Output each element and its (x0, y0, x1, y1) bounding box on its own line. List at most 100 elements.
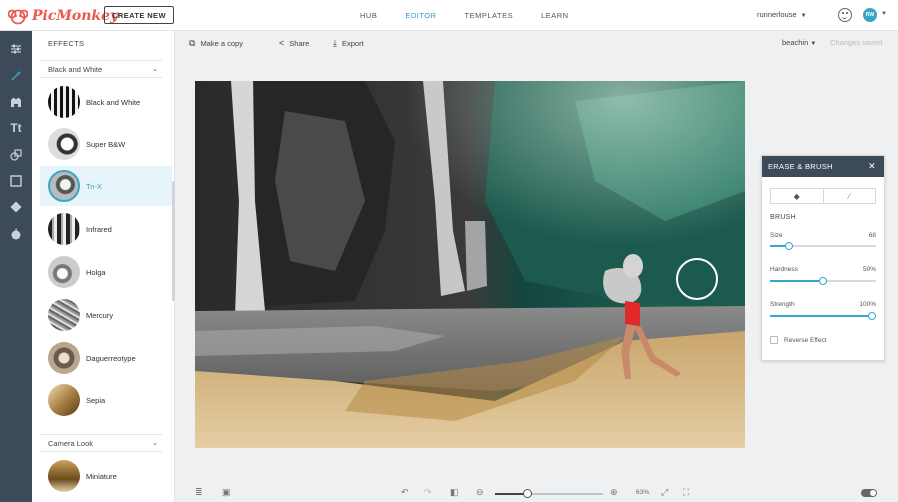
user-menu[interactable]: runnerlouse ▼ (757, 10, 807, 19)
apple-icon[interactable] (8, 226, 24, 242)
fullscreen-icon[interactable]: ⛶ (683, 487, 689, 498)
brand-logo[interactable]: PicMonkey (8, 6, 118, 26)
sliders-icon[interactable] (8, 41, 24, 57)
section-camera-look[interactable]: Camera Look ⌄ (40, 434, 162, 452)
section-label: Camera Look (48, 438, 94, 448)
hardness-label: Hardness (770, 266, 798, 273)
nav-learn[interactable]: LEARN (541, 11, 569, 20)
layers-icon[interactable]: ≣ (195, 487, 203, 498)
panel-title: ERASE & BRUSH (768, 162, 833, 171)
effect-sepia[interactable]: Sepia (40, 380, 172, 420)
nav-editor[interactable]: EDITOR (405, 11, 436, 20)
nav-hub[interactable]: HUB (360, 11, 377, 20)
editor-toolbar: ⧉ Make a copy < Share ⤓ Export beachin ▼ Ch… (175, 31, 898, 55)
chevron-down-icon: ⌄ (152, 440, 158, 447)
slider-fill (770, 280, 823, 282)
slider-fill (770, 315, 876, 317)
effect-thumbnail (48, 299, 80, 331)
slider-handle[interactable] (868, 312, 876, 320)
brush-heading: BRUSH (770, 214, 797, 221)
wand-icon[interactable] (8, 68, 24, 84)
chevron-down-icon: ▼ (810, 41, 817, 47)
effect-holga[interactable]: Holga (40, 252, 172, 292)
reverse-effect-label: Reverse Effect (784, 336, 827, 344)
photo-canvas[interactable] (195, 81, 745, 448)
effect-thumbnail (48, 170, 80, 202)
compare-icon[interactable]: ◧ (450, 487, 459, 498)
monkey-icon (8, 9, 28, 25)
top-bar: PicMonkey CREATE NEW HUB EDITOR TEMPLATE… (0, 0, 898, 31)
effect-infrared[interactable]: Infrared (40, 209, 172, 249)
brush-tab[interactable]: ⁄ (822, 189, 875, 203)
effect-thumbnail (48, 128, 80, 160)
fit-screen-icon[interactable]: ⤢ (661, 487, 668, 498)
size-value: 68 (868, 232, 876, 239)
effect-super-bw[interactable]: Super B&W (40, 124, 172, 164)
section-label: Black and White (48, 64, 103, 74)
effect-label: Super B&W (86, 139, 126, 149)
reverse-effect-checkbox[interactable]: Reverse Effect (770, 336, 827, 344)
effects-panel: EFFECTS Black and White ⌄ Black and Whit… (32, 31, 175, 502)
avatar[interactable]: RW (863, 8, 877, 22)
section-black-and-white[interactable]: Black and White ⌄ (40, 60, 162, 78)
strength-label: Strength (770, 301, 795, 308)
make-copy-button[interactable]: ⧉ Make a copy (189, 38, 243, 49)
effect-miniature[interactable]: Miniature (40, 456, 172, 496)
zoom-level: 63% (636, 489, 650, 496)
effect-label: Black and White (86, 97, 141, 107)
undo-icon[interactable]: ↶ (401, 487, 409, 498)
effect-label: Tri-X (86, 181, 102, 191)
effect-mercury[interactable]: Mercury (40, 295, 172, 335)
project-name[interactable]: beachin ▼ (782, 38, 816, 47)
effect-label: Infrared (86, 224, 112, 234)
text-icon[interactable]: Tt (8, 120, 24, 136)
slider-handle[interactable] (785, 242, 794, 250)
effect-thumbnail (48, 342, 80, 374)
mode-tabs: ◆ ⁄ (770, 188, 876, 204)
strength-value: 100% (859, 301, 876, 308)
dark-mode-toggle[interactable] (861, 489, 877, 497)
size-label: Size (770, 232, 783, 239)
close-icon[interactable]: ✕ (868, 161, 876, 172)
effect-black-and-white[interactable]: Black and White (40, 82, 172, 122)
frame-icon[interactable] (8, 173, 24, 189)
export-button[interactable]: ⤓ Export (333, 38, 364, 49)
effect-label: Daguerreotype (86, 353, 136, 363)
effects-title: EFFECTS (48, 39, 85, 48)
nav-templates[interactable]: TEMPLATES (465, 11, 514, 20)
redo-icon[interactable]: ↷ (424, 487, 432, 498)
main-nav: HUB EDITOR TEMPLATES LEARN (360, 0, 569, 31)
zoom-out-icon[interactable]: ⊖ (476, 487, 484, 498)
copy-icon: ⧉ (189, 38, 196, 48)
strength-slider[interactable] (770, 312, 876, 320)
chevron-down-icon: ▼ (800, 13, 807, 19)
effect-label: Mercury (86, 310, 114, 320)
download-icon: ⤓ (333, 38, 337, 48)
eraser-tab[interactable]: ◆ (771, 189, 823, 203)
effect-thumbnail (48, 213, 80, 245)
erase-brush-panel: ERASE & BRUSH ✕ ◆ ⁄ BRUSH Size 68 Hardne… (761, 155, 885, 361)
share-label: Share (289, 38, 310, 48)
smiley-icon[interactable] (838, 8, 852, 22)
size-slider[interactable] (770, 242, 876, 250)
zoom-in-icon[interactable]: ⊕ (610, 487, 618, 498)
effects-scrollbar[interactable] (172, 181, 175, 301)
slider-handle[interactable] (819, 277, 827, 285)
hardness-slider[interactable] (770, 277, 876, 285)
effect-daguerreotype[interactable]: Daguerreotype (40, 338, 172, 378)
effect-label: Miniature (86, 471, 117, 481)
texture-icon[interactable] (8, 199, 24, 215)
effect-tri-x[interactable]: Tri-X (40, 166, 172, 206)
share-button[interactable]: < Share (279, 38, 309, 48)
create-new-button[interactable]: CREATE NEW (104, 6, 174, 24)
effect-thumbnail (48, 384, 80, 416)
chevron-down-icon[interactable]: ▼ (881, 11, 887, 17)
effect-label: Sepia (86, 395, 106, 405)
shapes-icon[interactable] (8, 147, 24, 163)
paw-icon[interactable] (8, 94, 24, 110)
save-status: Changes saved (830, 38, 883, 47)
panel-toggle-icon[interactable]: ▣ (222, 487, 231, 498)
zoom-slider-handle[interactable] (522, 489, 532, 498)
checkbox-box[interactable] (770, 336, 778, 344)
chevron-down-icon: ⌄ (152, 66, 158, 73)
